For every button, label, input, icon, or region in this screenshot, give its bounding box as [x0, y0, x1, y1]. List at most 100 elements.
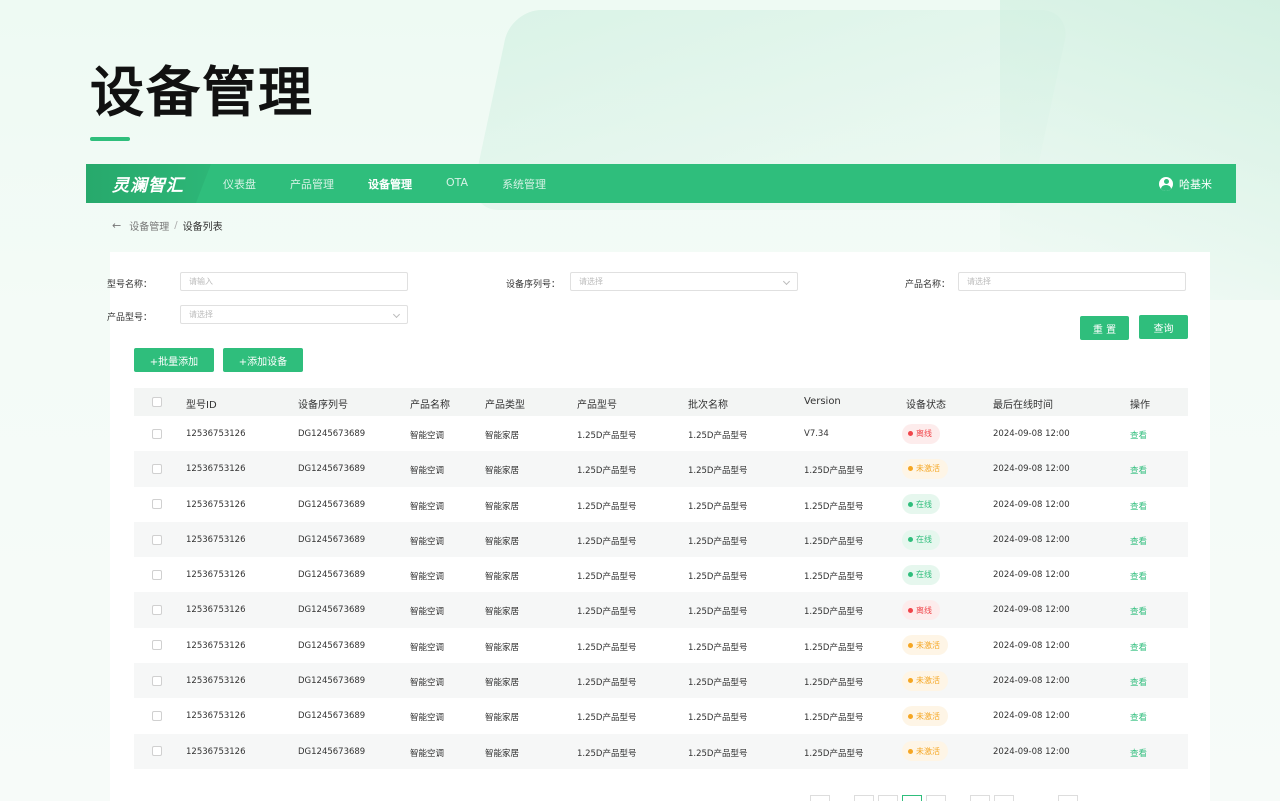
cell-batch: 1.25D产品型号 — [688, 748, 748, 759]
status-badge: 未激活 — [902, 706, 948, 727]
cell-batch: 1.25D产品型号 — [688, 713, 748, 724]
status-text: 未激活 — [916, 676, 940, 686]
nav-item[interactable]: 系统管理 — [502, 176, 546, 192]
row-checkbox[interactable] — [152, 428, 162, 439]
cell-last-online: 2024-09-08 12:00 — [993, 605, 1070, 616]
cell-version: 1.25D产品型号 — [804, 713, 864, 724]
column-header: 产品型号 — [577, 400, 617, 411]
cell-model: 1.25D产品型号 — [577, 748, 637, 759]
cell-name: 智能空调 — [410, 642, 445, 653]
row-checkbox[interactable] — [152, 463, 162, 474]
row-checkbox[interactable] — [152, 534, 162, 545]
query-button[interactable]: 查询 — [1139, 315, 1188, 339]
cell-last-online: 2024-09-08 12:00 — [993, 429, 1070, 439]
batch-add-button[interactable]: +批量添加 — [134, 348, 214, 372]
product-name-placeholder: 请选择 — [967, 277, 991, 286]
device-list-card: 型号名称： 请输入 设备序列号： 请选择 产品名称： 请选择 产品型号： 请选择… — [107, 252, 1210, 801]
reset-button[interactable]: 重 置 — [1080, 316, 1129, 340]
breadcrumb-separator: / — [174, 220, 178, 231]
cell-last-online: 2024-09-08 12:00 — [993, 746, 1070, 757]
view-link[interactable]: 查看 — [1130, 570, 1147, 582]
row-checkbox[interactable] — [152, 605, 162, 616]
nav-item[interactable]: OTA — [446, 176, 468, 192]
pager-page[interactable] — [926, 795, 946, 801]
nav-item[interactable]: 设备管理 — [368, 176, 412, 192]
cell-version: 1.25D产品型号 — [804, 642, 864, 653]
back-arrow-icon[interactable]: ← — [112, 219, 121, 232]
view-link[interactable]: 查看 — [1130, 711, 1147, 723]
column-header: Version — [804, 396, 841, 407]
cell-version: V7.34 — [804, 429, 829, 439]
cell-name: 智能空调 — [410, 678, 445, 689]
cell-batch: 1.25D产品型号 — [688, 642, 748, 653]
view-link[interactable]: 查看 — [1130, 605, 1147, 617]
cell-serial: DG1245673689 — [298, 640, 366, 651]
nav-item[interactable]: 产品管理 — [290, 176, 334, 192]
cell-version: 1.25D产品型号 — [804, 536, 864, 547]
product-model-placeholder: 请选择 — [189, 310, 213, 319]
breadcrumb-parent[interactable]: 设备管理 — [129, 218, 169, 233]
cell-version: 1.25D产品型号 — [804, 572, 864, 583]
model-name-input[interactable]: 请输入 — [180, 272, 408, 291]
product-model-label: 产品型号： — [106, 313, 152, 323]
pager-page[interactable] — [902, 795, 922, 801]
pager-prev[interactable] — [810, 795, 830, 801]
table-row: 12536753126 DG1245673689 智能空调 智能家居 1.25D产品型号… — [134, 592, 1188, 628]
status-text: 未激活 — [916, 640, 940, 650]
table-row: 12536753126 DG1245673689 智能空调 智能家居 1.25D产品型号… — [134, 733, 1188, 769]
row-checkbox[interactable] — [152, 640, 162, 651]
user-menu[interactable]: 哈基米 — [1159, 164, 1212, 203]
row-checkbox[interactable] — [152, 711, 162, 722]
product-name-select[interactable]: 请选择 — [958, 272, 1186, 291]
column-header: 产品名称 — [410, 400, 450, 411]
row-checkbox[interactable] — [152, 499, 162, 510]
cell-model: 1.25D产品型号 — [577, 642, 637, 653]
row-checkbox[interactable] — [152, 675, 162, 686]
row-checkbox[interactable] — [152, 746, 162, 757]
cell-id: 12536753126 — [186, 605, 246, 616]
cell-serial: DG1245673689 — [298, 676, 366, 687]
pager-page[interactable] — [854, 795, 874, 801]
cell-batch: 1.25D产品型号 — [688, 607, 748, 618]
view-link[interactable]: 查看 — [1130, 676, 1147, 688]
cell-serial: DG1245673689 — [298, 746, 366, 757]
view-link[interactable]: 查看 — [1130, 535, 1147, 547]
cell-last-online: 2024-09-08 12:00 — [993, 640, 1070, 651]
pager-next[interactable] — [1058, 795, 1078, 801]
page-title: 设备管理 — [90, 61, 314, 124]
serial-select[interactable]: 请选择 — [570, 272, 798, 291]
serial-placeholder: 请选择 — [579, 277, 603, 286]
pager-page[interactable] — [994, 795, 1014, 801]
pager-page[interactable] — [970, 795, 990, 801]
cell-last-online: 2024-09-08 12:00 — [993, 711, 1070, 722]
cell-type: 智能家居 — [485, 466, 520, 477]
add-device-button[interactable]: +添加设备 — [223, 348, 303, 372]
status-text: 未激活 — [916, 464, 940, 474]
view-link[interactable]: 查看 — [1130, 747, 1147, 759]
cell-serial: DG1245673689 — [298, 534, 366, 545]
view-link[interactable]: 查看 — [1130, 429, 1147, 441]
view-link[interactable]: 查看 — [1130, 500, 1147, 512]
status-text: 未激活 — [916, 711, 940, 721]
cell-model: 1.25D产品型号 — [577, 678, 637, 689]
row-checkbox[interactable] — [152, 569, 162, 580]
cell-serial: DG1245673689 — [298, 711, 366, 722]
cell-last-online: 2024-09-08 12:00 — [993, 676, 1070, 687]
cell-model: 1.25D产品型号 — [577, 501, 637, 512]
view-link[interactable]: 查看 — [1130, 641, 1147, 653]
cell-id: 12536753126 — [186, 676, 246, 687]
cell-id: 12536753126 — [186, 429, 246, 439]
cell-serial: DG1245673689 — [298, 570, 366, 581]
nav-item[interactable]: 仪表盘 — [223, 176, 256, 192]
select-all-checkbox[interactable] — [152, 397, 162, 407]
cell-model: 1.25D产品型号 — [577, 572, 637, 583]
status-badge: 未激活 — [902, 741, 948, 762]
cell-batch: 1.25D产品型号 — [688, 501, 748, 512]
product-model-select[interactable]: 请选择 — [180, 305, 408, 324]
pager-page[interactable] — [878, 795, 898, 801]
status-text: 离线 — [916, 429, 932, 439]
status-dot-icon — [908, 501, 913, 507]
cell-last-online: 2024-09-08 12:00 — [993, 499, 1070, 510]
view-link[interactable]: 查看 — [1130, 464, 1147, 476]
user-icon — [1159, 176, 1173, 191]
